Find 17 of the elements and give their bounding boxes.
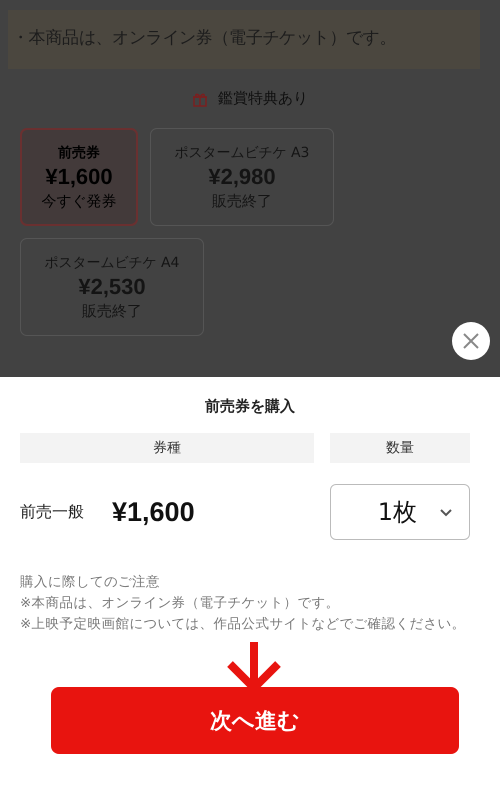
chevron-down-icon [439,508,453,516]
ticket-type: 前売一般 [20,502,85,522]
column-header: 数量 [330,433,470,463]
note-text: 購入に際してのご注意 [20,573,161,592]
ticket-status: 今すぐ発券 [42,192,116,210]
note-text: ※本商品は、オンライン券（電子チケット）です。 [20,594,340,613]
ticket-price: ¥1,600 [45,164,113,190]
next-button[interactable]: 次へ進む [51,687,459,754]
ticket-price: ¥1,600 [112,496,196,528]
gift-icon [192,90,208,106]
close-icon [462,332,480,350]
column-header: 券種 [20,433,314,463]
quantity-dropdown[interactable]: 1枚 [330,484,470,540]
note-text: ※上映予定映画館については、作品公式サイトなどでご確認ください。 [20,615,466,634]
ticket-card[interactable]: 前売券 ¥1,600 今すぐ発券 [20,128,138,226]
sheet-title: 前売券を購入 [204,397,296,416]
ticket-name: 前売券 [58,144,100,162]
